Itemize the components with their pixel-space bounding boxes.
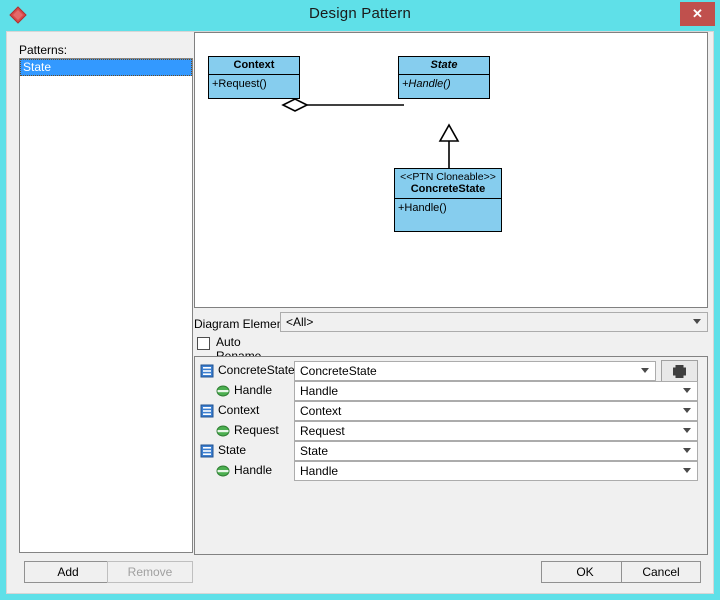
uml-class-name: Context bbox=[209, 57, 299, 75]
uml-class-name: ConcreteState bbox=[410, 183, 486, 195]
chevron-down-icon bbox=[693, 319, 701, 324]
chevron-down-icon bbox=[683, 388, 691, 393]
row-label: ConcreteState bbox=[218, 363, 295, 377]
table-row: Handle Handle bbox=[195, 381, 707, 401]
close-icon[interactable]: ✕ bbox=[680, 2, 715, 26]
method-icon bbox=[216, 424, 230, 438]
chevron-down-icon bbox=[683, 408, 691, 413]
uml-class-state[interactable]: State +Handle() bbox=[398, 56, 490, 99]
class-icon bbox=[200, 444, 214, 458]
uml-class-stereotype: <<PTN Cloneable>> bbox=[400, 171, 496, 183]
add-button[interactable]: Add bbox=[24, 561, 112, 583]
dialog-client-area: Patterns: State Context +Request() State… bbox=[6, 31, 714, 594]
element-grid: ConcreteState ConcreteState Handle Handl… bbox=[194, 356, 708, 555]
auto-rename-checkbox[interactable] bbox=[197, 337, 210, 350]
right-panel: Context +Request() State +Handle() <<PTN… bbox=[189, 32, 709, 555]
list-item[interactable]: State bbox=[20, 59, 192, 76]
patterns-list[interactable]: State bbox=[19, 58, 193, 553]
remove-button: Remove bbox=[107, 561, 193, 583]
uml-class-member: +Request() bbox=[212, 78, 267, 90]
design-pattern-window: Design Pattern ✕ Patterns: State Context… bbox=[0, 0, 720, 600]
uml-class-name: State bbox=[399, 57, 489, 75]
element-value-select[interactable]: Request bbox=[294, 421, 698, 441]
row-label: Handle bbox=[234, 383, 273, 397]
chevron-down-icon bbox=[641, 368, 649, 373]
ok-button[interactable]: OK bbox=[541, 561, 629, 583]
uml-class-context[interactable]: Context +Request() bbox=[208, 56, 300, 99]
uml-class-member: +Handle() bbox=[398, 202, 447, 214]
add-element-button[interactable] bbox=[661, 360, 698, 383]
page-title: Design Pattern bbox=[308, 5, 412, 22]
element-value-select[interactable]: State bbox=[294, 441, 698, 461]
element-value: ConcreteState bbox=[300, 364, 377, 378]
element-value: State bbox=[300, 444, 329, 458]
chevron-down-icon bbox=[683, 428, 691, 433]
element-value: Handle bbox=[300, 384, 339, 398]
table-row: Request Request bbox=[195, 421, 707, 441]
diagram-element-label: Diagram Element bbox=[194, 317, 287, 331]
row-label: State bbox=[218, 443, 247, 457]
table-row: State State bbox=[195, 441, 707, 461]
element-value: Request bbox=[300, 424, 345, 438]
method-icon bbox=[216, 384, 230, 398]
element-value: Handle bbox=[300, 464, 339, 478]
table-row: Handle Handle bbox=[195, 461, 707, 481]
row-label: Handle bbox=[234, 463, 273, 477]
table-row: Context Context bbox=[195, 401, 707, 421]
element-value: Context bbox=[300, 404, 342, 418]
cancel-button[interactable]: Cancel bbox=[621, 561, 701, 583]
diagram-element-select[interactable]: <All> bbox=[280, 312, 708, 332]
row-label: Context bbox=[218, 403, 260, 417]
element-value-select[interactable]: Handle bbox=[294, 461, 698, 481]
uml-class-concretestate[interactable]: <<PTN Cloneable>> ConcreteState +Handle(… bbox=[394, 168, 502, 232]
chevron-down-icon bbox=[683, 468, 691, 473]
element-value-select[interactable]: ConcreteState bbox=[294, 361, 656, 381]
chevron-down-icon bbox=[683, 448, 691, 453]
table-row: ConcreteState ConcreteState bbox=[195, 360, 707, 383]
diagram-element-value: <All> bbox=[286, 315, 314, 329]
class-icon bbox=[200, 404, 214, 418]
element-value-select[interactable]: Context bbox=[294, 401, 698, 421]
diagram-canvas[interactable]: Context +Request() State +Handle() <<PTN… bbox=[194, 32, 708, 308]
element-value-select[interactable]: Handle bbox=[294, 381, 698, 401]
patterns-label: Patterns: bbox=[19, 43, 68, 57]
class-icon bbox=[200, 364, 214, 378]
method-icon bbox=[216, 464, 230, 478]
row-label: Request bbox=[234, 423, 279, 437]
uml-class-member: +Handle() bbox=[402, 78, 451, 90]
title-bar: Design Pattern ✕ bbox=[0, 0, 720, 31]
